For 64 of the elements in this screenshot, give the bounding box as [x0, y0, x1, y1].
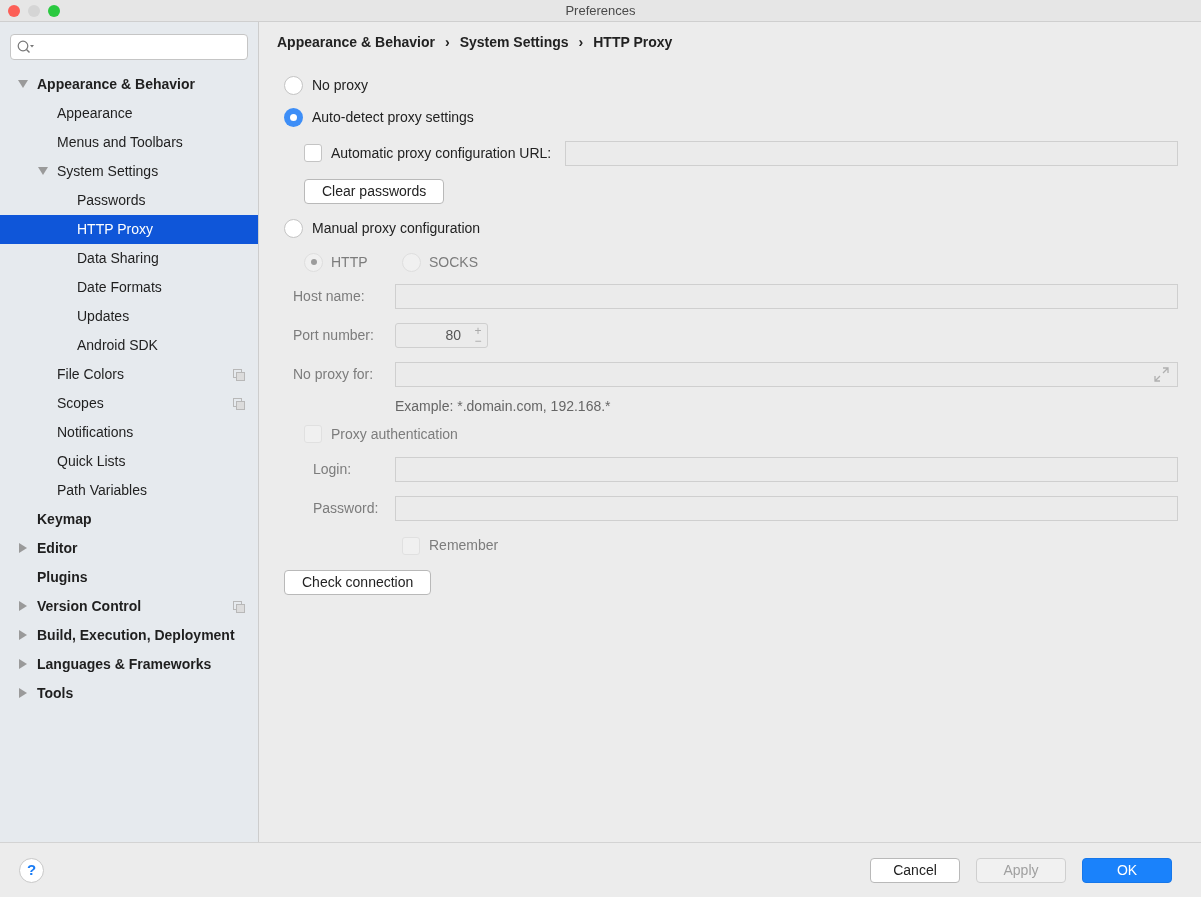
caret-down-icon[interactable]	[18, 79, 28, 89]
field-label: Port number:	[293, 326, 375, 345]
search-field[interactable]	[10, 34, 248, 60]
field-label: Login:	[313, 460, 353, 479]
sidebar-item[interactable]: File Colors	[0, 360, 258, 389]
sidebar-item[interactable]: Updates	[0, 302, 258, 331]
text-field[interactable]	[395, 284, 1178, 309]
sidebar-item[interactable]: Plugins	[0, 563, 258, 592]
sidebar-item[interactable]: Path Variables	[0, 476, 258, 505]
radio-label[interactable]: Manual proxy configuration	[312, 217, 481, 239]
sidebar-item[interactable]: Passwords	[0, 186, 258, 215]
dialog-button[interactable]: Cancel	[870, 857, 960, 883]
radio-label[interactable]: No proxy	[312, 74, 369, 96]
sidebar-item[interactable]: HTTP Proxy	[0, 215, 258, 244]
text-field[interactable]	[395, 457, 1178, 482]
sidebar-item[interactable]: Appearance & Behavior	[0, 70, 258, 99]
caret-right-icon[interactable]	[18, 630, 28, 640]
breadcrumb[interactable]: System Settings	[459, 31, 569, 53]
text-field[interactable]	[395, 362, 1178, 387]
sidebar-item[interactable]: Build, Execution, Deployment	[0, 621, 258, 650]
breadcrumb-separator: ›	[444, 32, 450, 52]
radio-button[interactable]	[284, 107, 303, 127]
sidebar-item[interactable]: Languages & Frameworks	[0, 650, 258, 679]
sidebar-item[interactable]: Date Formats	[0, 273, 258, 302]
caret-right-icon[interactable]	[18, 659, 28, 669]
caret-right-icon[interactable]	[18, 543, 28, 553]
text-field[interactable]	[395, 496, 1178, 521]
sidebar-item[interactable]: Scopes	[0, 389, 258, 418]
dialog-button[interactable]: OK	[1082, 857, 1172, 883]
radio-button[interactable]	[284, 218, 303, 238]
sidebar-item[interactable]: Menus and Toolbars	[0, 128, 258, 157]
caret-down-icon[interactable]	[38, 166, 48, 176]
field-label: Host name:	[293, 287, 366, 306]
radio-label[interactable]: Auto-detect proxy settings	[312, 106, 474, 128]
sidebar-item[interactable]: Quick Lists	[0, 447, 258, 476]
expand-icon[interactable]	[1154, 367, 1169, 382]
sidebar-item[interactable]: Appearance	[0, 99, 258, 128]
sidebar-item[interactable]: Keymap	[0, 505, 258, 534]
breadcrumb[interactable]: HTTP Proxy	[593, 31, 673, 53]
breadcrumb-separator: ›	[578, 32, 584, 52]
sidebar-item[interactable]: Android SDK	[0, 331, 258, 360]
search-icon	[17, 40, 35, 54]
checkbox[interactable]	[304, 144, 322, 162]
sidebar-item[interactable]: Version Control	[0, 592, 258, 621]
window-title: Preferences	[565, 1, 636, 20]
maximize-icon[interactable]	[48, 5, 60, 17]
caret-right-icon[interactable]	[18, 688, 28, 698]
help-button[interactable]: ?	[19, 857, 44, 883]
close-icon[interactable]	[8, 5, 20, 17]
hint-text: Example: *.domain.com, 192.168.*	[395, 396, 611, 416]
radio-button[interactable]	[284, 75, 303, 95]
sidebar-item[interactable]: Notifications	[0, 418, 258, 447]
sidebar-item[interactable]: System Settings	[0, 157, 258, 186]
field-label: No proxy for:	[293, 365, 375, 384]
sidebar-item[interactable]: Editor	[0, 534, 258, 563]
breadcrumb[interactable]: Appearance & Behavior	[277, 31, 435, 53]
clear-passwords-button[interactable]: Clear passwords	[304, 178, 445, 204]
field-label: Password:	[313, 499, 380, 518]
caret-right-icon[interactable]	[18, 601, 28, 611]
text-field[interactable]	[565, 140, 1178, 166]
sidebar-item[interactable]: Tools	[0, 679, 258, 708]
checkbox-label[interactable]: Automatic proxy configuration URL:	[331, 142, 552, 164]
check-connection-button[interactable]: Check connection	[284, 569, 432, 595]
sidebar-item[interactable]: Data Sharing	[0, 244, 258, 273]
